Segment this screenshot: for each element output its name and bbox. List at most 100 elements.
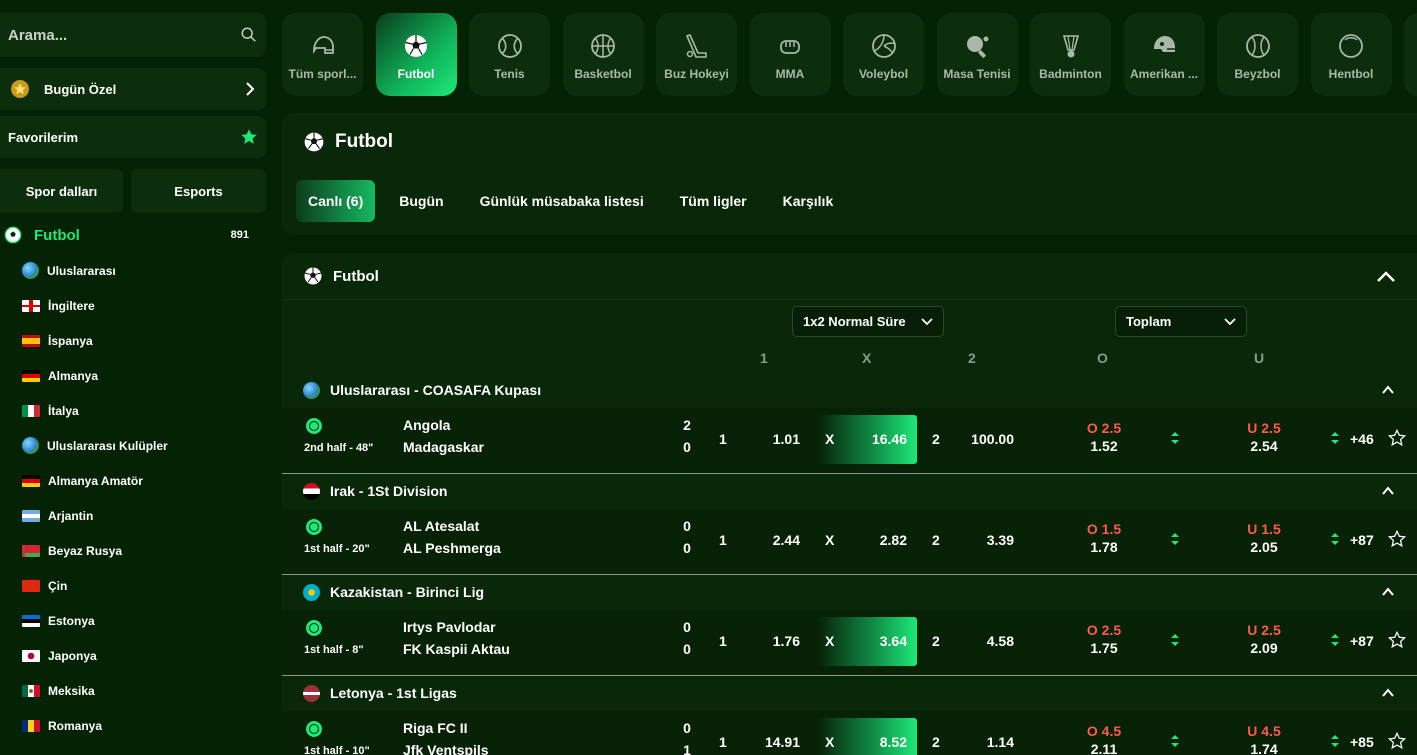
more-markets-link[interactable]: +46	[1350, 431, 1374, 447]
basketball-icon	[591, 34, 615, 58]
more-markets-link[interactable]: +87	[1350, 633, 1374, 649]
home-win-label: 1	[719, 532, 727, 548]
country-item[interactable]: İtalya	[22, 393, 262, 428]
country-item[interactable]: Uluslararası	[22, 253, 262, 288]
sport-tile[interactable]: Tüm sporl...	[282, 13, 363, 96]
league-header[interactable]: Irak - 1St Division	[303, 481, 447, 501]
league-name: Kazakistan - Birinci Lig	[330, 584, 485, 600]
sport-header-football[interactable]: Futbol 891	[0, 220, 266, 250]
country-label: Çin	[48, 578, 68, 593]
home-win-odd[interactable]: 1.76	[752, 633, 800, 649]
country-item[interactable]: Estonya	[22, 603, 262, 638]
sport-tile[interactable]: MMA	[749, 13, 831, 96]
odds-change-icon	[1331, 533, 1339, 545]
under-odd-cell[interactable]: U 1.5 2.05	[1234, 521, 1294, 555]
tab-today[interactable]: Bugün	[381, 180, 461, 222]
chevron-up-icon[interactable]	[1381, 383, 1395, 397]
draw-odd[interactable]: 3.64	[842, 633, 907, 649]
chevron-up-icon[interactable]	[1381, 585, 1395, 599]
under-odd-cell[interactable]: U 2.5 2.54	[1234, 420, 1294, 454]
away-win-odd[interactable]: 4.58	[952, 633, 1014, 649]
search-input[interactable]: Arama...	[8, 27, 240, 44]
under-odd-cell[interactable]: U 2.5 2.09	[1234, 622, 1294, 656]
more-markets-link[interactable]: +85	[1350, 734, 1374, 750]
country-item[interactable]: Almanya	[22, 358, 262, 393]
under-odd-cell[interactable]: U 4.5 1.74	[1234, 723, 1294, 755]
match-row[interactable]: 1st half - 8" Irtys Pavlodar FK Kaspii Akt…	[282, 610, 1417, 676]
country-item[interactable]: Beyaz Rusya	[22, 533, 262, 568]
country-item[interactable]: Japonya	[22, 638, 262, 673]
match-row[interactable]: 2nd half - 48" Angola Madagaskar 2 0 1 1.01 X 16…	[282, 408, 1417, 474]
search-icon[interactable]	[240, 26, 258, 44]
over-odd-cell[interactable]: O 1.5 1.78	[1074, 521, 1134, 555]
chevron-up-icon[interactable]	[1375, 266, 1397, 288]
favorite-star-icon[interactable]	[1388, 631, 1406, 649]
country-item[interactable]: Almanya Amatör	[22, 463, 262, 498]
country-item[interactable]: İspanya	[22, 323, 262, 358]
italy-flag-icon	[22, 404, 40, 417]
sport-tile[interactable]: Amerikan ...	[1123, 13, 1205, 96]
over-odd-cell[interactable]: O 4.5 2.11	[1074, 723, 1134, 755]
chevron-up-icon[interactable]	[1381, 686, 1395, 700]
home-team: Angola	[403, 417, 451, 433]
country-item[interactable]: Romanya	[22, 708, 262, 743]
home-win-odd[interactable]: 1.01	[752, 431, 800, 447]
spain-flag-icon	[22, 334, 40, 347]
country-item[interactable]: Meksika	[22, 673, 262, 708]
country-item[interactable]: Arjantin	[22, 498, 262, 533]
sport-tile[interactable]: Voleybol	[843, 13, 924, 96]
country-item[interactable]: İngiltere	[22, 288, 262, 323]
match-block: Letonya - 1st Ligas 1st half - 10" Riga FC…	[282, 677, 1417, 755]
league-header[interactable]: Uluslararası - COASAFA Kupası	[303, 380, 541, 400]
favorite-star-icon[interactable]	[1388, 429, 1406, 447]
tab-esports[interactable]: Esports	[131, 169, 266, 213]
sport-tile[interactable]: Beyzbol	[1217, 13, 1298, 96]
sport-tile[interactable]: Futbol	[375, 13, 457, 96]
hockey-stick-icon	[685, 34, 707, 58]
match-row[interactable]: 1st half - 20" AL Atesalat AL Peshmerga 0 0 1…	[282, 509, 1417, 575]
more-markets-link[interactable]: +87	[1350, 532, 1374, 548]
sport-tile[interactable]: Masa Tenisi	[936, 13, 1018, 96]
away-win-odd[interactable]: 1.14	[952, 734, 1014, 750]
country-item[interactable]: Çin	[22, 568, 262, 603]
favorite-star-icon[interactable]	[1388, 732, 1406, 750]
tab-live[interactable]: Canlı (6)	[296, 180, 376, 222]
favorites-item[interactable]: Favorilerim	[0, 116, 266, 158]
market-dropdown-1x2[interactable]: 1x2 Normal Süre	[792, 306, 944, 337]
over-odd-cell[interactable]: O 2.5 1.75	[1074, 622, 1134, 656]
tab-daily-list[interactable]: Günlük müsabaka listesi	[462, 180, 662, 222]
argentina-flag-icon	[22, 509, 40, 522]
helmet-icon	[312, 36, 334, 54]
tab-sports[interactable]: Spor dalları	[0, 169, 123, 213]
matches-panel: Futbol 1x2 Normal Süre Toplam 1 X 2 O U …	[282, 253, 1417, 755]
chevron-up-icon[interactable]	[1381, 484, 1395, 498]
sport-tile[interactable]: Buz Hokeyi	[656, 13, 737, 96]
tab-matchup[interactable]: Karşılık	[765, 180, 852, 222]
country-item[interactable]: Uluslararası Kulüpler	[22, 428, 262, 463]
match-row[interactable]: 1st half - 10" Riga FC II Jfk Ventspils 0 1 1…	[282, 711, 1417, 755]
tab-all-leagues[interactable]: Tüm ligler	[662, 180, 765, 222]
search-bar[interactable]: Arama...	[0, 13, 266, 57]
favorite-star-icon[interactable]	[1388, 530, 1406, 548]
sport-tile[interactable]: Badminton	[1030, 13, 1111, 96]
league-header[interactable]: Kazakistan - Birinci Lig	[303, 582, 484, 602]
market-dropdown-total[interactable]: Toplam	[1115, 306, 1247, 337]
away-win-odd[interactable]: 3.39	[952, 532, 1014, 548]
sport-tile[interactable]: Tenis	[469, 13, 550, 96]
away-win-odd[interactable]: 100.00	[952, 431, 1014, 447]
home-win-odd[interactable]: 2.44	[752, 532, 800, 548]
today-special-item[interactable]: Bugün Özel	[0, 68, 266, 110]
league-header[interactable]: Letonya - 1st Ligas	[303, 683, 457, 703]
home-win-odd[interactable]: 14.91	[752, 734, 800, 750]
league-name: Letonya - 1st Ligas	[330, 685, 457, 701]
country-label: İtalya	[48, 403, 79, 418]
draw-odd[interactable]: 16.46	[842, 431, 907, 447]
over-odd-cell[interactable]: O 2.5 1.52	[1074, 420, 1134, 454]
sport-tile-label: Futbol	[397, 67, 435, 81]
draw-odd[interactable]: 8.52	[842, 734, 907, 750]
chevron-right-icon	[246, 82, 255, 96]
sport-tile[interactable]: Basketbol	[562, 13, 644, 96]
draw-odd[interactable]: 2.82	[842, 532, 907, 548]
sport-tile[interactable]: 3	[1404, 13, 1417, 96]
sport-tile[interactable]: Hentbol	[1310, 13, 1392, 96]
